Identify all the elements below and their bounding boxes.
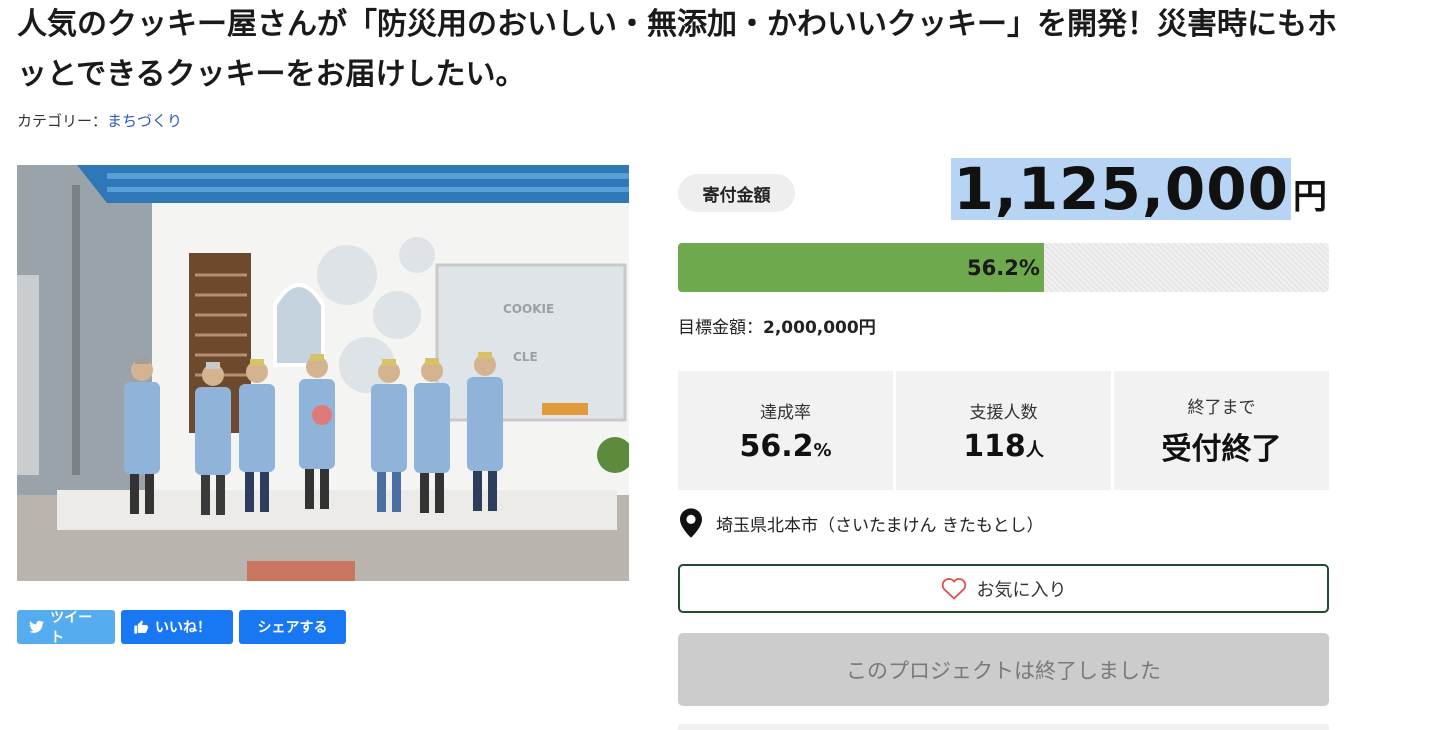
project-photo: COOKIE CLE <box>17 165 629 581</box>
tweet-button[interactable]: ツイート <box>17 610 115 646</box>
project-ended-button[interactable]: このプロジェクトは終了しました <box>678 633 1329 706</box>
donation-label: 寄付金額 <box>678 174 795 212</box>
tweet-label: ツイート <box>50 610 93 646</box>
stat-label: 達成率 <box>760 402 811 423</box>
favorite-button[interactable]: お気に入り <box>678 564 1329 613</box>
next-section-edge <box>678 724 1329 730</box>
like-button[interactable]: いいね！ <box>121 610 233 644</box>
target-label: 目標金額： <box>678 318 763 338</box>
stats-grid: 達成率 56.2% 支援人数 118人 終了まで 受付終了 <box>678 371 1329 490</box>
stat-remaining: 終了まで 受付終了 <box>1114 371 1329 490</box>
target-amount: 目標金額：2,000,000円 <box>678 313 876 338</box>
stat-number: 118 <box>963 428 1026 464</box>
stat-value: 56.2% <box>739 429 831 464</box>
progress-fill: 56.2% <box>678 243 1044 292</box>
stat-label: 終了まで <box>1187 398 1256 418</box>
stat-unit: % <box>813 439 832 461</box>
stat-value: 118人 <box>963 429 1044 464</box>
photo-sign-line-2: CLE <box>513 350 538 364</box>
stat-number: 受付終了 <box>1161 432 1282 467</box>
donation-amount: 1,125,000 円 <box>951 158 1327 220</box>
donation-amount-value: 1,125,000 <box>951 155 1291 223</box>
share-buttons: ツイート いいね！ シェアする <box>17 610 346 646</box>
target-value: 2,000,000円 <box>763 318 876 338</box>
like-label: いいね！ <box>155 620 211 636</box>
heart-icon <box>941 577 966 600</box>
photo-sign-line-1: COOKIE <box>503 302 554 316</box>
category-link[interactable]: まちづくり <box>107 112 182 130</box>
stat-value: 受付終了 <box>1162 424 1282 468</box>
stat-achievement: 達成率 56.2% <box>678 371 893 490</box>
share-button[interactable]: シェアする <box>239 610 346 644</box>
donation-amount-unit: 円 <box>1293 177 1327 217</box>
favorite-label: お気に入り <box>976 579 1067 601</box>
category-label: カテゴリー： <box>17 112 108 130</box>
location-text: 埼玉県北本市（さいたまけん きたもとし） <box>716 515 1044 536</box>
location: 埼玉県北本市（さいたまけん きたもとし） <box>680 508 1044 538</box>
progress-text: 56.2% <box>967 255 1040 280</box>
thumbs-up-icon <box>134 620 149 634</box>
stat-number: 56.2 <box>739 428 814 464</box>
category-line: カテゴリー：まちづくり <box>17 110 182 131</box>
map-pin-icon <box>680 508 702 538</box>
progress-bar: 56.2% <box>678 243 1329 292</box>
stat-unit: 人 <box>1025 439 1044 461</box>
share-label: シェアする <box>257 620 328 636</box>
stat-supporters: 支援人数 118人 <box>896 371 1111 490</box>
twitter-bird-icon <box>29 620 45 633</box>
project-title: 人気のクッキー屋さんが「防災用のおいしい・無添加・かわいいクッキー」を開発！災害… <box>17 7 1337 92</box>
stat-label: 支援人数 <box>969 402 1038 423</box>
